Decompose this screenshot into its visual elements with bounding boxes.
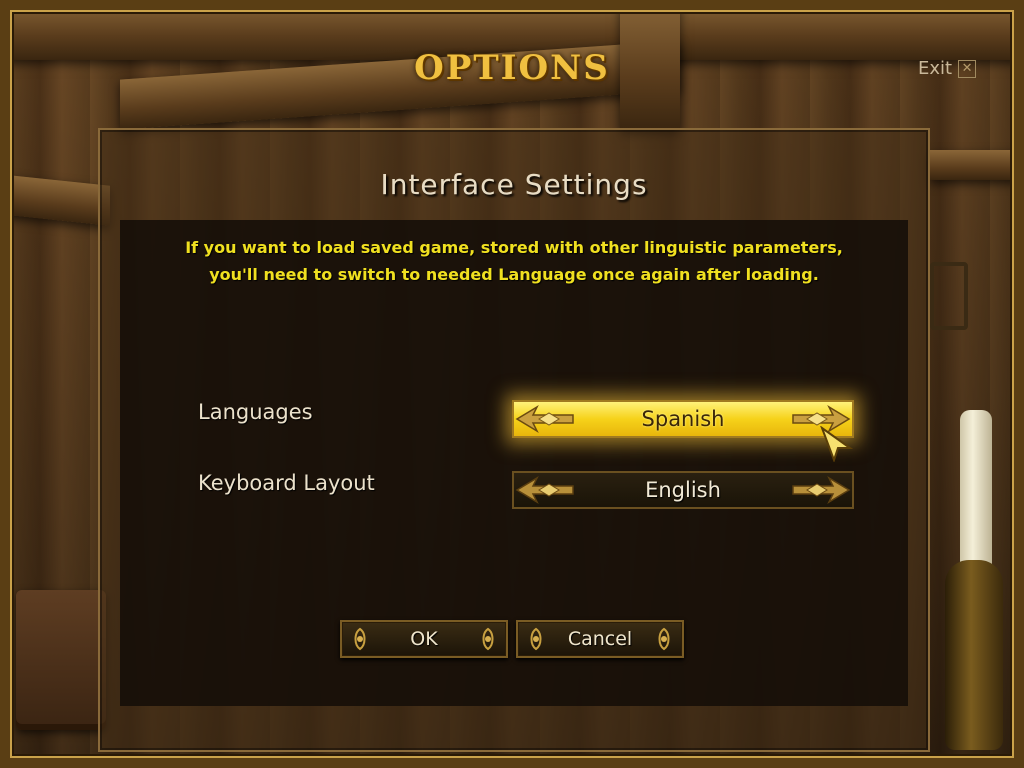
- wall-beam: [930, 150, 1024, 180]
- keyboard-layout-value: English: [645, 478, 721, 502]
- languages-value: Spanish: [641, 407, 725, 431]
- ok-label: OK: [410, 628, 438, 650]
- arrow-right-icon: [792, 476, 851, 504]
- keyboard-layout-prev-arrow[interactable]: [514, 473, 578, 507]
- ok-button[interactable]: OK: [340, 620, 508, 658]
- close-icon: ✕: [958, 59, 977, 78]
- candle-decoration: [960, 410, 992, 570]
- screen-title: OPTIONS: [414, 48, 610, 88]
- settings-area: [120, 220, 908, 706]
- books-decoration: [16, 590, 106, 730]
- mouse-cursor-icon: [820, 426, 854, 462]
- keyboard-layout-selector[interactable]: English: [512, 471, 854, 509]
- exit-label: Exit: [918, 58, 953, 79]
- languages-selector[interactable]: Spanish: [512, 400, 854, 438]
- cancel-button[interactable]: Cancel: [516, 620, 684, 658]
- notice-line: If you want to load saved game, stored w…: [185, 238, 843, 257]
- keyboard-layout-next-arrow[interactable]: [788, 473, 852, 507]
- languages-prev-arrow[interactable]: [514, 402, 578, 436]
- language-notice: If you want to load saved game, stored w…: [120, 234, 908, 288]
- candle-holder-decoration: [945, 560, 1003, 750]
- arrow-left-icon: [515, 476, 574, 504]
- languages-label: Languages: [198, 400, 313, 424]
- wall-beam: [0, 174, 110, 226]
- ornament-icon: [658, 627, 670, 651]
- sconce-decoration: [930, 262, 968, 330]
- ornament-icon: [354, 627, 366, 651]
- ornament-icon: [482, 627, 494, 651]
- exit-button[interactable]: Exit ✕: [918, 58, 977, 79]
- notice-line: you'll need to switch to needed Language…: [209, 265, 819, 284]
- cancel-label: Cancel: [567, 628, 633, 650]
- ornament-icon: [530, 627, 542, 651]
- arrow-left-icon: [515, 405, 574, 433]
- keyboard-layout-label: Keyboard Layout: [198, 471, 375, 495]
- panel-title: Interface Settings: [380, 168, 648, 201]
